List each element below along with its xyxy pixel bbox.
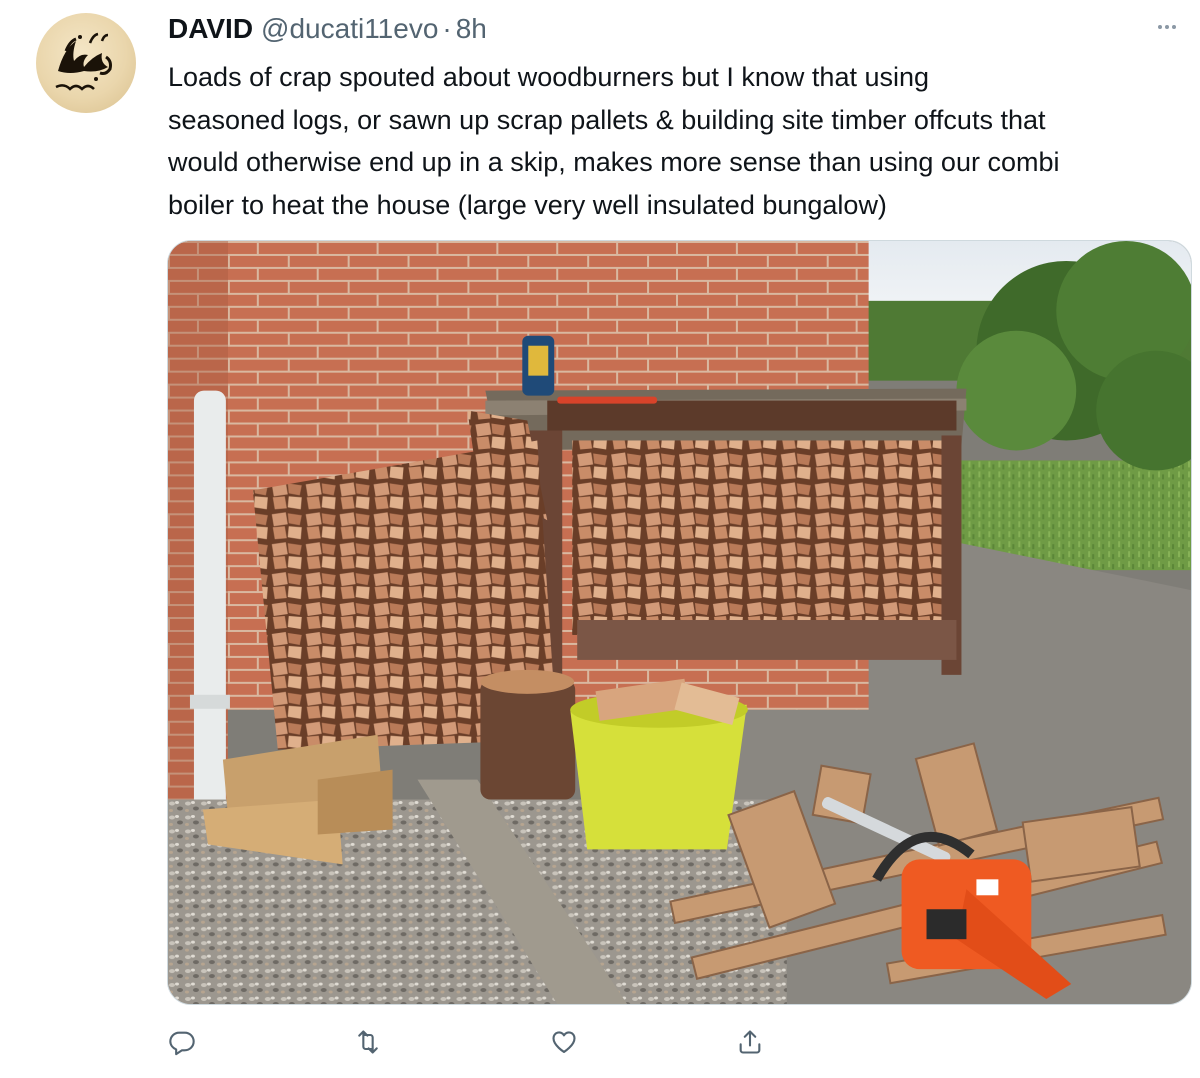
tweet-header: DAVID @ducati11evo · 8h [168,8,487,50]
retweet-button[interactable] [348,1022,388,1062]
share-button[interactable] [730,1022,770,1062]
retweet-icon [358,1030,378,1054]
user-handle[interactable]: @ducati11evo [261,13,438,45]
calligraphy-avatar-icon [55,32,112,91]
tweet-text: Loads of crap spouted about woodburners … [168,56,1192,226]
tweet-card[interactable]: DAVID @ducati11evo · 8h Loads of crap sp… [0,0,1200,1078]
timestamp[interactable]: 8h [456,13,487,45]
heart-icon [552,1031,576,1053]
more-icon[interactable] [1154,14,1180,40]
tweet-actions [160,1022,800,1062]
reply-button[interactable] [162,1022,202,1062]
tweet-photo[interactable] [167,240,1192,1005]
display-name[interactable]: DAVID [168,13,253,45]
separator-dot: · [442,13,452,44]
share-icon [739,1030,761,1054]
like-button[interactable] [544,1022,584,1062]
avatar[interactable] [36,13,136,113]
tweet-text-line: boiler to heat the house (large very wel… [168,189,887,220]
woodpile-photo [168,241,1191,1004]
tweet-text-line: Loads of crap spouted about woodburners … [168,62,930,92]
tweet-text-line: would otherwise end up in a skip, makes … [168,147,1060,177]
reply-icon [169,1031,195,1056]
tweet-text-line: seasoned logs, or sawn up scrap pallets … [168,104,1046,135]
